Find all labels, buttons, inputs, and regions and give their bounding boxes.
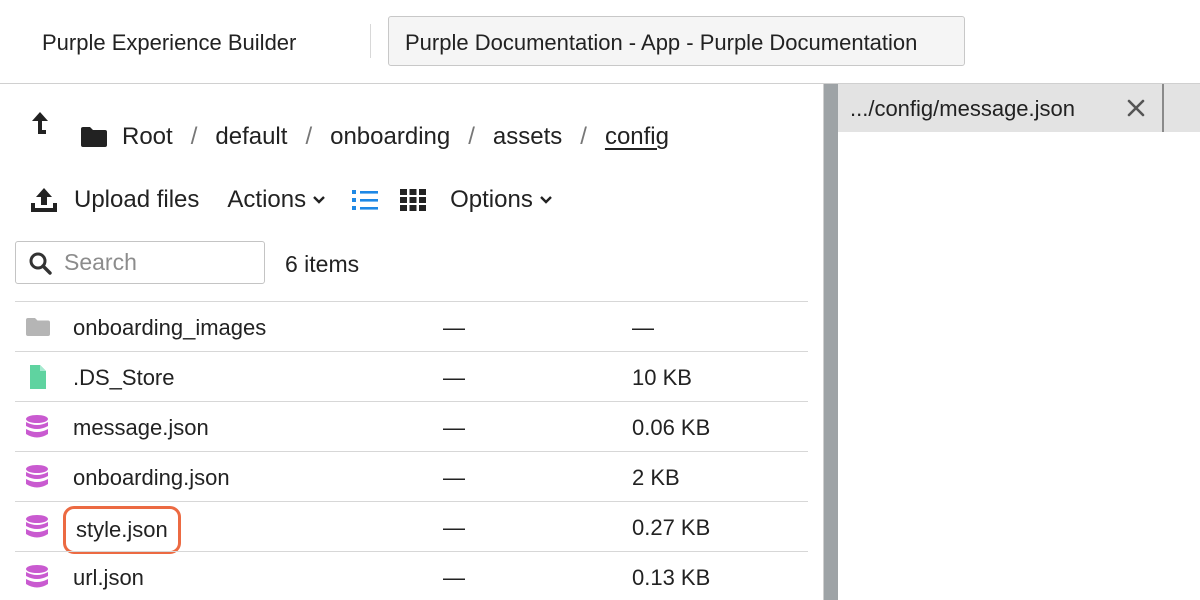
toolbar: Upload files Actions Options: [30, 184, 553, 216]
file-name: message.json: [73, 415, 209, 440]
breadcrumb-separator: /: [468, 123, 475, 150]
upload-files-button[interactable]: Upload files: [30, 186, 199, 214]
search-input[interactable]: [64, 249, 254, 276]
list-item[interactable]: onboarding_images — —: [15, 301, 808, 351]
breadcrumb-separator: /: [305, 123, 313, 150]
file-name: onboarding.json: [73, 465, 230, 490]
file-name-highlighted: style.json: [63, 506, 181, 554]
search-box: [15, 241, 265, 284]
folder-icon: [81, 127, 107, 147]
close-icon[interactable]: [1126, 98, 1146, 118]
breadcrumb-root[interactable]: Root: [122, 123, 173, 151]
breadcrumb: Root / default / onboarding / assets / c…: [80, 122, 669, 152]
search-icon: [29, 252, 52, 275]
options-label: Options: [450, 186, 533, 213]
folder-icon: [26, 318, 50, 336]
item-count: 6 items: [285, 251, 360, 277]
list-item[interactable]: onboarding.json — 2 KB: [15, 451, 808, 501]
pane-splitter[interactable]: [824, 84, 838, 600]
preview-tab-title: .../config/message.json: [850, 96, 1076, 121]
preview-tab[interactable]: .../config/message.json: [838, 84, 1164, 132]
navigate-up-button[interactable]: [28, 110, 52, 138]
file-modified: —: [443, 565, 465, 590]
arrow-up-icon: [32, 112, 48, 134]
database-icon: [26, 415, 48, 438]
top-bar: Purple Experience Builder Purple Documen…: [0, 0, 1200, 84]
document-tab[interactable]: Purple Documentation - App - Purple Docu…: [388, 16, 965, 66]
file-size: —: [632, 315, 654, 340]
preview-pane: .../config/message.json: [838, 84, 1200, 600]
topbar-divider: [370, 24, 371, 58]
tab-bar-background: [1164, 84, 1200, 132]
breadcrumb-default[interactable]: default: [215, 123, 287, 151]
list-item[interactable]: message.json — 0.06 KB: [15, 401, 808, 451]
breadcrumb-separator: /: [580, 123, 587, 150]
file-modified: —: [443, 315, 465, 340]
chevron-down-icon: [313, 196, 325, 204]
database-icon: [26, 565, 48, 588]
actions-label: Actions: [227, 186, 307, 213]
file-icon: [30, 365, 46, 389]
file-modified: —: [443, 515, 465, 540]
breadcrumb-assets[interactable]: assets: [493, 123, 562, 151]
app-title[interactable]: Purple Experience Builder: [42, 30, 296, 56]
file-name: url.json: [73, 565, 144, 590]
database-icon: [26, 465, 48, 488]
file-modified: —: [443, 365, 465, 390]
upload-icon: [31, 188, 57, 212]
list-item[interactable]: style.json — 0.27 KB: [15, 501, 808, 554]
file-modified: —: [443, 465, 465, 490]
database-icon: [26, 515, 48, 538]
chevron-down-icon: [539, 196, 552, 204]
breadcrumb-config[interactable]: config: [605, 123, 669, 151]
options-dropdown[interactable]: Options: [450, 186, 553, 214]
list-item[interactable]: .DS_Store — 10 KB: [15, 351, 808, 401]
list-view-icon: [352, 190, 379, 210]
file-name: .DS_Store: [73, 365, 175, 390]
file-modified: —: [443, 415, 465, 440]
file-size: 0.27 KB: [632, 515, 711, 540]
breadcrumb-onboarding[interactable]: onboarding: [330, 123, 450, 151]
file-size: 0.13 KB: [632, 565, 711, 590]
list-view-button[interactable]: [352, 189, 379, 211]
file-size: 0.06 KB: [632, 415, 711, 440]
list-item[interactable]: url.json — 0.13 KB: [15, 551, 808, 600]
grid-view-button[interactable]: [400, 189, 427, 211]
file-name: onboarding_images: [73, 315, 267, 340]
file-list: onboarding_images — — .DS_Store — 10 KB …: [15, 301, 808, 600]
actions-dropdown[interactable]: Actions: [227, 186, 326, 214]
breadcrumb-separator: /: [190, 123, 198, 150]
file-size: 10 KB: [632, 365, 692, 390]
file-size: 2 KB: [632, 465, 680, 490]
grid-view-icon: [400, 189, 427, 211]
upload-files-label: Upload files: [74, 186, 200, 213]
file-browser: Root / default / onboarding / assets / c…: [0, 84, 824, 600]
